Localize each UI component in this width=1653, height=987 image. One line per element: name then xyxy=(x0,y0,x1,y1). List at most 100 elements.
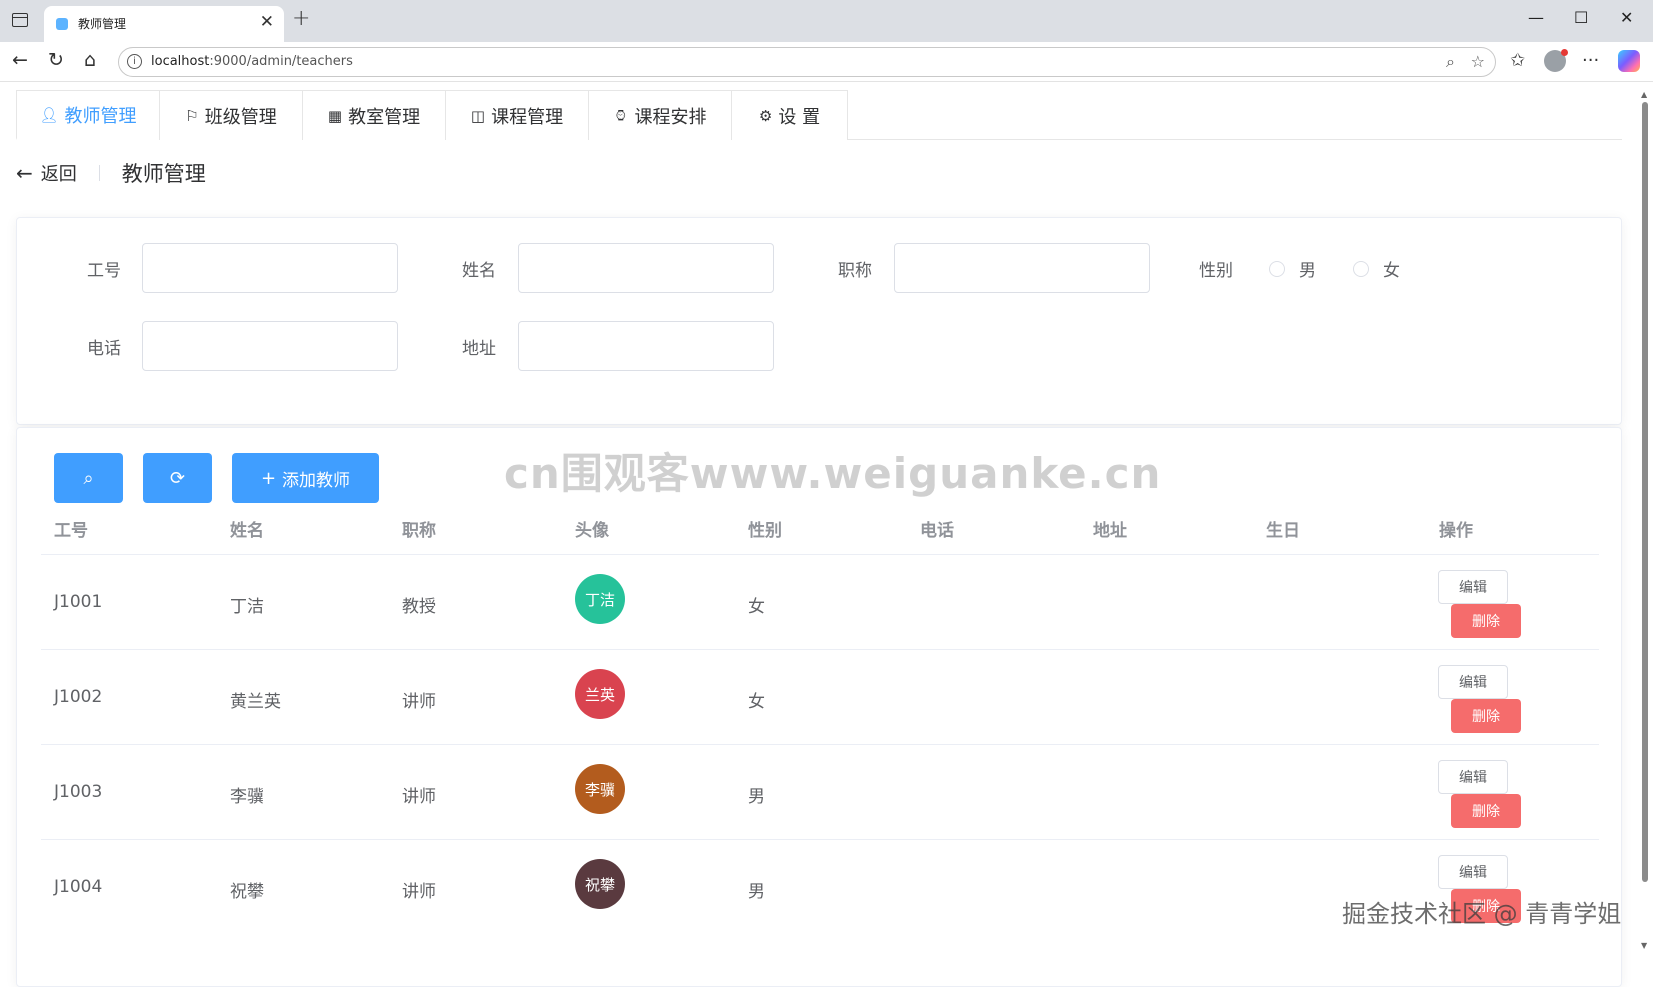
zoom-icon[interactable]: ⌕ xyxy=(1446,52,1455,72)
column-header: 职称 xyxy=(402,521,436,541)
cell-id: J1001 xyxy=(54,592,103,612)
back-arrow-icon[interactable]: ← xyxy=(16,161,33,185)
cell-id: J1003 xyxy=(54,782,103,802)
site-info-icon[interactable]: i xyxy=(127,54,142,69)
cell-id: J1004 xyxy=(54,877,103,897)
reload-icon[interactable]: ↻ xyxy=(48,49,64,71)
page-header: ← 返回 教师管理 xyxy=(16,158,206,188)
reset-button[interactable]: ⟳ xyxy=(143,453,212,503)
search-form-card: 工号 姓名 职称 性别 男 女 电话 地址 xyxy=(16,217,1622,425)
site-watermark: cn围观客www.weiguanke.cn xyxy=(504,449,1162,498)
column-header: 头像 xyxy=(575,521,609,541)
radio-circle[interactable] xyxy=(1269,260,1285,277)
phone-input[interactable] xyxy=(142,321,398,371)
avatar: 祝攀 xyxy=(575,859,625,909)
cell-title: 讲师 xyxy=(402,787,436,807)
notification-dot xyxy=(1561,49,1568,56)
menu-item-settings[interactable]: ⚙︎ 设 置 xyxy=(731,90,848,140)
menu-item-teachers[interactable]: 👤︎ 教师管理 xyxy=(16,90,160,140)
delete-button[interactable]: 删除 xyxy=(1451,699,1521,733)
back-nav-icon[interactable]: ← xyxy=(12,49,28,71)
gender-male-label: 男 xyxy=(1299,261,1316,281)
tab-title: 教师管理 xyxy=(78,17,127,31)
employee-no-input[interactable] xyxy=(142,243,398,293)
user-icon: 👤︎ xyxy=(39,105,59,124)
cell-name: 丁洁 xyxy=(230,597,264,617)
copilot-icon[interactable] xyxy=(1618,50,1640,72)
url-field[interactable]: i localhost:9000/admin/teachers ⌕ ☆ xyxy=(118,47,1496,77)
column-header: 姓名 xyxy=(230,521,264,541)
title-label: 职称 xyxy=(838,261,872,281)
delete-button[interactable]: 删除 xyxy=(1451,794,1521,828)
avatar: 兰英 xyxy=(575,669,625,719)
menu-item-classrooms[interactable]: ▦ 教室管理 xyxy=(302,90,446,140)
maximize-icon[interactable]: ☐ xyxy=(1574,8,1588,27)
menu-item-label: 班级管理 xyxy=(204,106,277,128)
search-icon: ⌕ xyxy=(83,467,94,489)
menu-item-classes[interactable]: ⚐ 班级管理 xyxy=(159,90,303,140)
cell-title: 讲师 xyxy=(402,692,436,712)
favicon-icon xyxy=(56,18,68,30)
cell-title: 教授 xyxy=(402,597,436,617)
row-divider xyxy=(41,554,1599,555)
cell-gender: 女 xyxy=(748,597,765,617)
window-close-icon[interactable]: ✕ xyxy=(1620,8,1633,27)
address-input[interactable] xyxy=(518,321,774,371)
header-divider xyxy=(98,165,100,181)
gender-female-label: 女 xyxy=(1383,261,1400,281)
edit-button[interactable]: 编辑 xyxy=(1438,855,1508,889)
scroll-down-icon[interactable]: ▼ xyxy=(1641,941,1647,950)
browser-tabbar: 教师管理 ✕ + — ☐ ✕ xyxy=(0,0,1653,42)
edit-button[interactable]: 编辑 xyxy=(1438,570,1508,604)
radio-circle[interactable] xyxy=(1353,260,1369,277)
menu-item-courses[interactable]: ◫ 课程管理 xyxy=(445,90,589,140)
page-content: ▲ ▼ 👤︎ 教师管理 ⚐ 班级管理 ▦ 教室管理 ◫ 课程管理 ⌚︎ 课程安排… xyxy=(0,82,1653,987)
add-teacher-button[interactable]: + 添加教师 xyxy=(232,453,379,503)
search-button[interactable]: ⌕ xyxy=(54,453,123,503)
phone-label: 电话 xyxy=(87,339,121,359)
name-input[interactable] xyxy=(518,243,774,293)
edit-button[interactable]: 编辑 xyxy=(1438,760,1508,794)
book-icon: ◫ xyxy=(470,106,486,125)
flag-icon: ⚐ xyxy=(185,106,199,125)
url-host: localhost xyxy=(151,54,210,69)
gender-male-radio[interactable]: 男 xyxy=(1269,256,1316,281)
favorites-icon[interactable]: ✩ xyxy=(1510,50,1525,71)
row-divider xyxy=(41,649,1599,650)
avatar: 丁洁 xyxy=(575,574,625,624)
column-header: 电话 xyxy=(920,521,954,541)
name-label: 姓名 xyxy=(462,261,496,281)
address-bar-row: ← ↻ ⌂ i localhost:9000/admin/teachers ⌕ … xyxy=(0,42,1653,82)
menu-item-label: 设 置 xyxy=(778,106,821,128)
juejin-watermark: 掘金技术社区 @ 青青学姐 xyxy=(1342,900,1622,928)
back-button[interactable]: 返回 xyxy=(41,160,77,186)
menu-item-schedule[interactable]: ⌚︎ 课程安排 xyxy=(588,90,732,140)
row-divider xyxy=(41,744,1599,745)
scrollbar[interactable]: ▲ ▼ xyxy=(1641,90,1649,950)
menu-item-label: 教师管理 xyxy=(64,105,137,127)
close-tab-icon[interactable]: ✕ xyxy=(260,12,274,32)
new-tab-button[interactable]: + xyxy=(292,6,310,31)
menu-item-label: 课程管理 xyxy=(491,106,564,128)
column-header: 操作 xyxy=(1439,521,1473,541)
tab-actions-icon[interactable] xyxy=(12,13,28,27)
scroll-up-icon[interactable]: ▲ xyxy=(1641,90,1647,99)
cell-name: 李骥 xyxy=(230,787,264,807)
minimize-icon[interactable]: — xyxy=(1528,8,1544,27)
row-divider xyxy=(41,839,1599,840)
home-icon[interactable]: ⌂ xyxy=(84,49,96,71)
title-input[interactable] xyxy=(894,243,1150,293)
employee-no-label: 工号 xyxy=(87,261,121,281)
cell-name: 祝攀 xyxy=(230,882,264,902)
url-path: :9000/admin/teachers xyxy=(209,54,353,69)
favorite-star-icon[interactable]: ☆ xyxy=(1471,52,1485,71)
scroll-thumb[interactable] xyxy=(1642,102,1648,882)
gender-female-radio[interactable]: 女 xyxy=(1353,256,1400,281)
browser-tab[interactable]: 教师管理 ✕ xyxy=(44,6,284,42)
column-header: 性别 xyxy=(748,521,782,541)
edit-button[interactable]: 编辑 xyxy=(1438,665,1508,699)
column-header: 地址 xyxy=(1093,521,1127,541)
more-icon[interactable]: ··· xyxy=(1582,50,1599,71)
delete-button[interactable]: 删除 xyxy=(1451,604,1521,638)
watch-icon: ⌚︎ xyxy=(613,106,629,125)
